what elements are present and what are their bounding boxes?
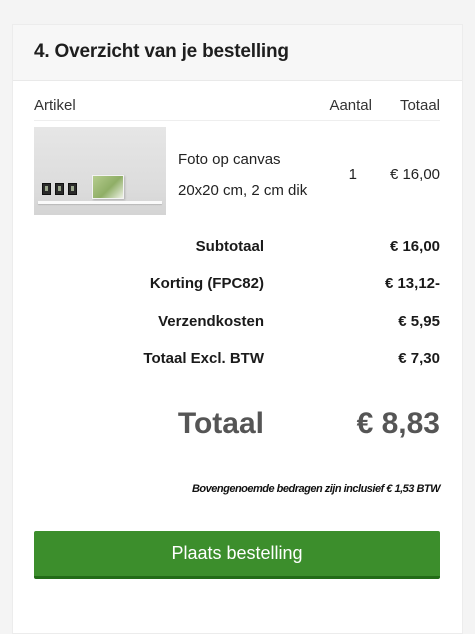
summary-label: Totaal Excl. BTW	[143, 350, 264, 367]
summary-row-subtotal: Subtotaal € 16,00	[34, 238, 440, 258]
section-header: 4. Overzicht van je bestelling	[13, 25, 462, 81]
summary-row-shipping: Verzendkosten € 5,95	[34, 313, 440, 333]
product-size: 20x20 cm, 2 cm dik	[178, 182, 308, 199]
summary-label: Subtotaal	[195, 238, 264, 255]
summary-value: € 5,95	[398, 313, 440, 330]
section-title: 4. Overzicht van je bestelling	[34, 41, 289, 62]
column-header-article: Artikel	[34, 97, 76, 114]
product-name: Foto op canvas	[178, 151, 281, 168]
table-header: Artikel Aantal Totaal	[34, 97, 440, 121]
summary-label: Verzendkosten	[158, 313, 264, 330]
table-row: Foto op canvas 20x20 cm, 2 cm dik 1 € 16…	[34, 127, 440, 215]
frame-decoration	[42, 183, 51, 195]
frame-decoration	[55, 183, 64, 195]
product-thumbnail	[34, 127, 166, 215]
canvas-product-image	[92, 175, 124, 199]
summary-value: € 13,12-	[384, 275, 440, 292]
place-order-button[interactable]: Plaats bestelling	[34, 531, 440, 579]
summary-row-discount: Korting (FPC82) € 13,12-	[34, 275, 440, 295]
grand-total-value: € 8,83	[356, 407, 440, 440]
vat-note: Bovengenoemde bedragen zijn inclusief € …	[191, 483, 441, 495]
column-header-total: Totaal	[399, 97, 440, 114]
frame-decoration	[68, 183, 77, 195]
summary-value: € 7,30	[398, 350, 440, 367]
product-quantity: 1	[348, 166, 357, 183]
grand-total-label: Totaal	[177, 407, 264, 440]
order-overview-card: 4. Overzicht van je bestelling Artikel A…	[12, 24, 463, 634]
shelf-decoration	[38, 201, 162, 204]
product-total: € 16,00	[389, 166, 440, 183]
column-header-quantity: Aantal	[329, 97, 372, 114]
summary-label: Korting (FPC82)	[149, 275, 264, 292]
summary-value: € 16,00	[389, 238, 440, 255]
summary-row-total-excl-vat: Totaal Excl. BTW € 7,30	[34, 350, 440, 370]
grand-total-row: Totaal € 8,83	[34, 407, 440, 451]
